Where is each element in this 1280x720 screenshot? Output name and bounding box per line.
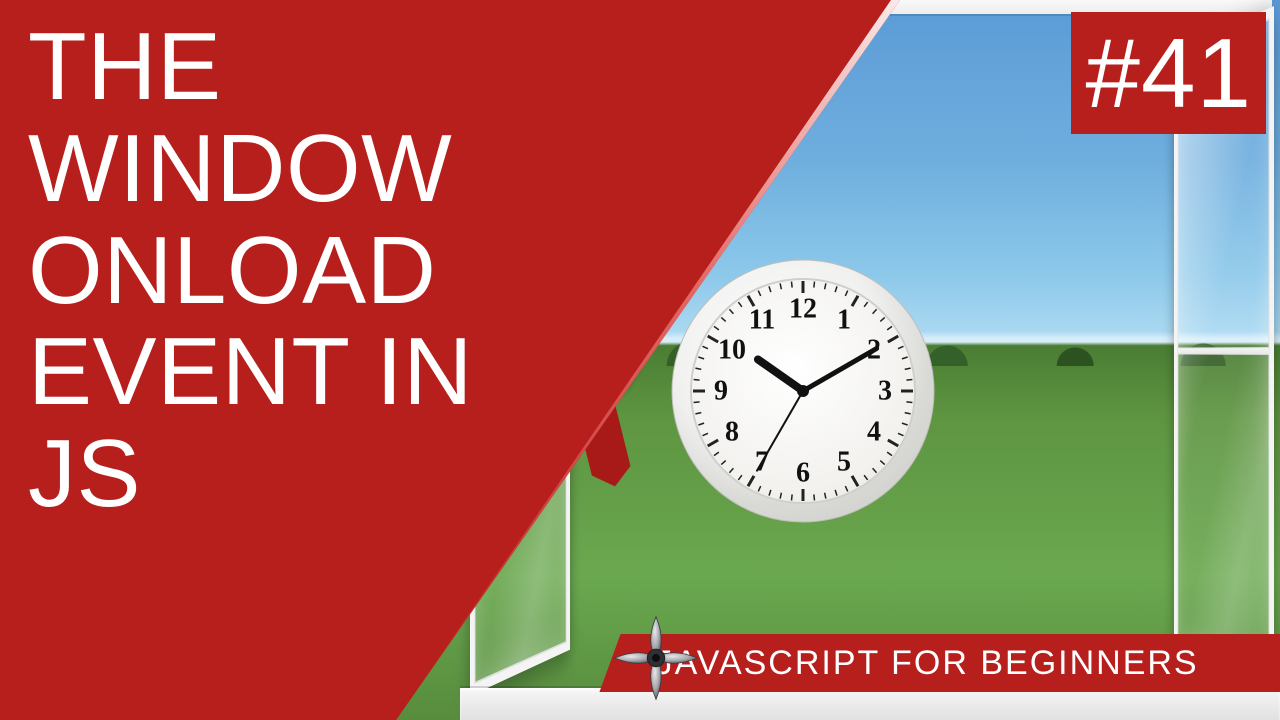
thumbnail-stage: 121234567891011 THE WINDOW ONLOAD EVENT … — [0, 0, 1280, 720]
clock-numeral: 5 — [837, 446, 851, 477]
ninja-star-icon — [612, 614, 700, 702]
clock-numeral: 10 — [718, 334, 746, 365]
episode-number: #41 — [1085, 18, 1252, 128]
clock-numeral: 6 — [796, 457, 810, 488]
clock-icon: 121234567891011 — [670, 258, 936, 524]
title-line: THE WINDOW — [28, 13, 452, 222]
title-line: JS — [28, 420, 141, 527]
series-banner: JAVASCRIPT FOR BEGINNERS — [599, 634, 1280, 692]
clock-numeral: 8 — [725, 416, 739, 447]
clock-numeral: 9 — [714, 375, 728, 406]
clock-numeral: 12 — [789, 293, 817, 324]
episode-badge: #41 — [1071, 12, 1266, 134]
clock-numeral: 1 — [837, 304, 851, 335]
series-label: JAVASCRIPT FOR BEGINNERS — [612, 634, 1280, 683]
clock-numeral: 11 — [749, 304, 775, 335]
clock-numeral: 3 — [878, 375, 892, 406]
window-sill — [460, 688, 1280, 720]
title-line: EVENT IN — [28, 318, 473, 425]
tutorial-title: THE WINDOW ONLOAD EVENT IN JS — [28, 16, 548, 525]
clock-numeral: 4 — [867, 416, 881, 447]
title-line: ONLOAD — [28, 217, 436, 324]
